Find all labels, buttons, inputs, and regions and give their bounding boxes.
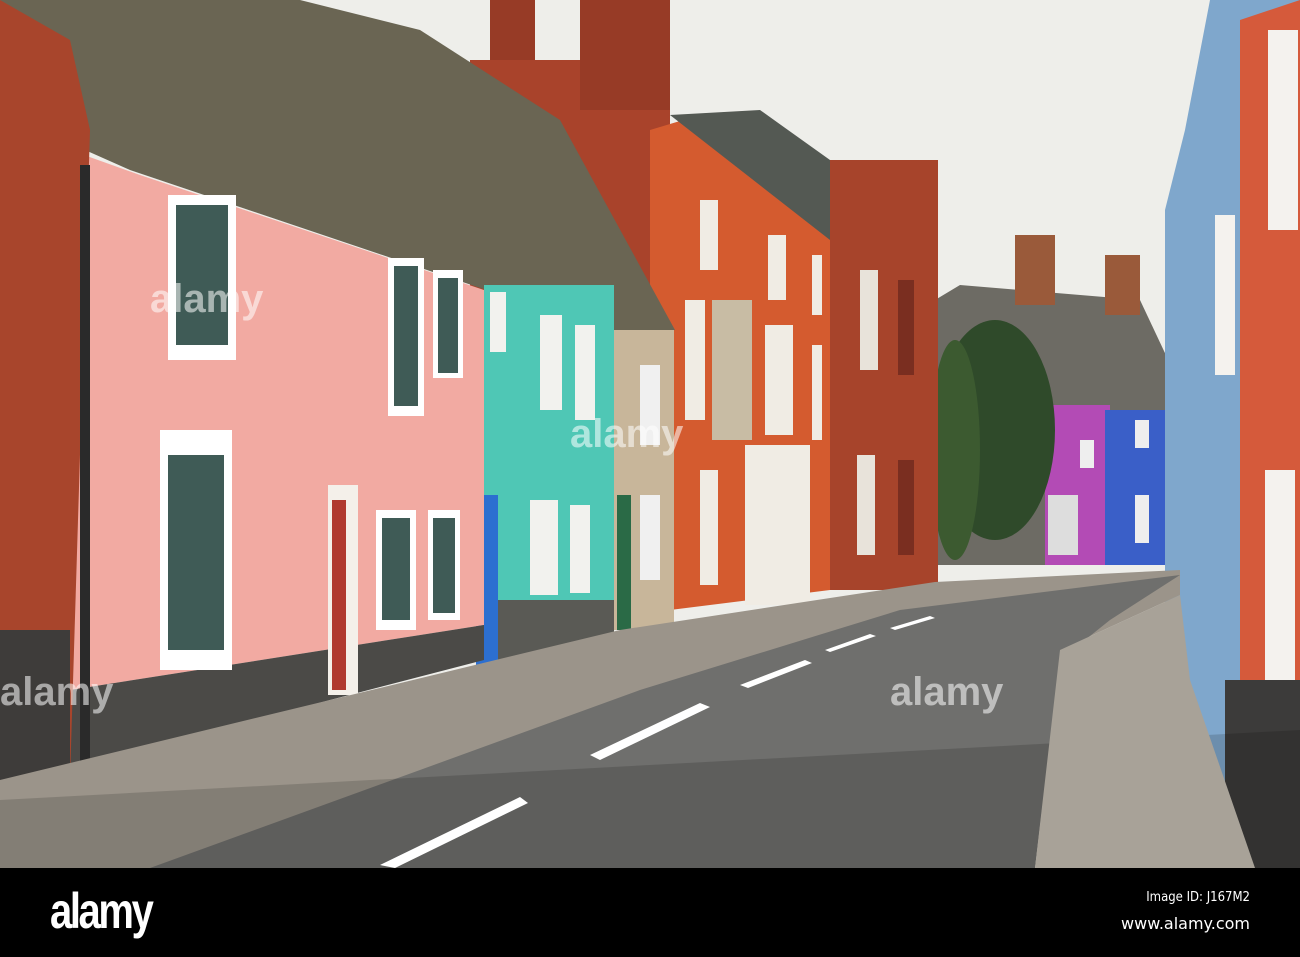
street-photo: alamy alamy alamy alamy	[0, 0, 1300, 868]
watermark-text: alamy	[570, 412, 684, 456]
site-url[interactable]: www.alamy.com	[1121, 914, 1250, 933]
watermark-text: alamy	[890, 670, 1004, 714]
footer-bar: alamy Image ID: J167M2 www.alamy.com	[0, 868, 1300, 957]
alamy-logo[interactable]: alamy	[50, 882, 154, 940]
image-id: Image ID: J167M2	[1146, 890, 1250, 905]
watermark-text: alamy	[0, 670, 114, 714]
watermark-text: alamy	[150, 277, 264, 321]
